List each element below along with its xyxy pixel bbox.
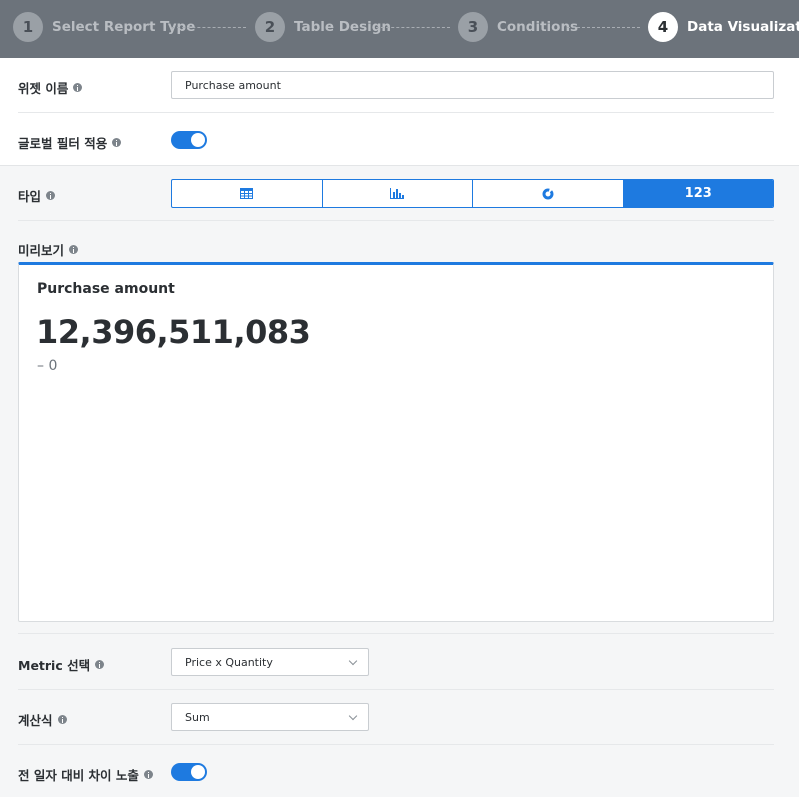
formula-select[interactable]: Sum	[171, 703, 369, 731]
compare-toggle[interactable]	[171, 763, 207, 781]
formula-label: 계산식	[18, 710, 67, 729]
chevron-down-icon	[348, 711, 358, 721]
type-label-text: 타입	[18, 189, 42, 204]
divider	[18, 220, 774, 221]
divider	[18, 744, 774, 745]
tab-table[interactable]	[172, 180, 323, 207]
step-label: Data Visualization	[687, 19, 799, 35]
metric-select[interactable]: Price x Quantity	[171, 648, 369, 676]
metric-select-value: Price x Quantity	[185, 655, 273, 669]
info-icon[interactable]	[46, 191, 56, 200]
global-filter-label: 글로벌 필터 적용	[18, 133, 122, 152]
metric-label-text: Metric 선택	[18, 658, 91, 673]
type-label: 타입	[18, 186, 56, 205]
widget-name-label: 위젯 이름	[18, 78, 83, 97]
info-icon[interactable]	[69, 245, 79, 254]
formula-select-value: Sum	[185, 710, 210, 724]
metric-label: Metric 선택	[18, 655, 105, 674]
info-icon[interactable]	[95, 660, 105, 669]
step-number: 2	[255, 12, 285, 42]
preview-card: Purchase amount 12,396,511,083 – 0	[18, 262, 774, 622]
compare-label: 전 일자 대비 차이 노출	[18, 765, 153, 784]
step-number: 1	[13, 12, 43, 42]
step-connector	[172, 27, 246, 28]
formula-label-text: 계산식	[18, 713, 53, 728]
toggle-knob	[191, 765, 205, 779]
info-icon[interactable]	[57, 715, 67, 724]
compare-label-text: 전 일자 대비 차이 노출	[18, 768, 139, 783]
divider	[18, 112, 774, 113]
preview-title: Purchase amount	[37, 281, 175, 297]
preview-label: 미리보기	[18, 240, 79, 259]
step-connector	[376, 27, 450, 28]
step-connector	[567, 27, 640, 28]
tab-donut-chart[interactable]	[473, 180, 624, 207]
global-filter-label-text: 글로벌 필터 적용	[18, 136, 108, 151]
divider	[18, 689, 774, 690]
toggle-knob	[191, 133, 205, 147]
bar-chart-icon	[390, 188, 405, 199]
step-data-visualization[interactable]: 4 Data Visualization	[648, 12, 799, 42]
global-filter-toggle[interactable]	[171, 131, 207, 149]
divider	[18, 633, 774, 634]
step-conditions[interactable]: 3 Conditions	[458, 12, 578, 42]
table-icon	[240, 188, 254, 199]
type-tabs: 123	[171, 179, 774, 208]
step-table-design[interactable]: 2 Table Design	[255, 12, 391, 42]
donut-chart-icon	[542, 188, 554, 199]
widget-name-input[interactable]: Purchase amount	[171, 71, 774, 99]
info-icon[interactable]	[112, 138, 122, 147]
preview-value: 12,396,511,083	[36, 313, 311, 351]
chevron-down-icon	[348, 656, 358, 666]
wizard-stepper: 1 Select Report Type 2 Table Design 3 Co…	[0, 0, 799, 58]
info-icon[interactable]	[143, 770, 153, 779]
step-label: Conditions	[497, 19, 579, 35]
step-number: 3	[458, 12, 488, 42]
preview-delta: – 0	[37, 358, 58, 374]
step-select-report-type[interactable]: 1 Select Report Type	[13, 12, 195, 42]
widget-name-label-text: 위젯 이름	[18, 81, 69, 96]
step-number: 4	[648, 12, 678, 42]
preview-label-text: 미리보기	[18, 243, 65, 258]
info-icon[interactable]	[73, 83, 83, 92]
tab-number[interactable]: 123	[623, 180, 773, 207]
tab-bar-chart[interactable]	[323, 180, 473, 207]
divider	[0, 165, 799, 166]
